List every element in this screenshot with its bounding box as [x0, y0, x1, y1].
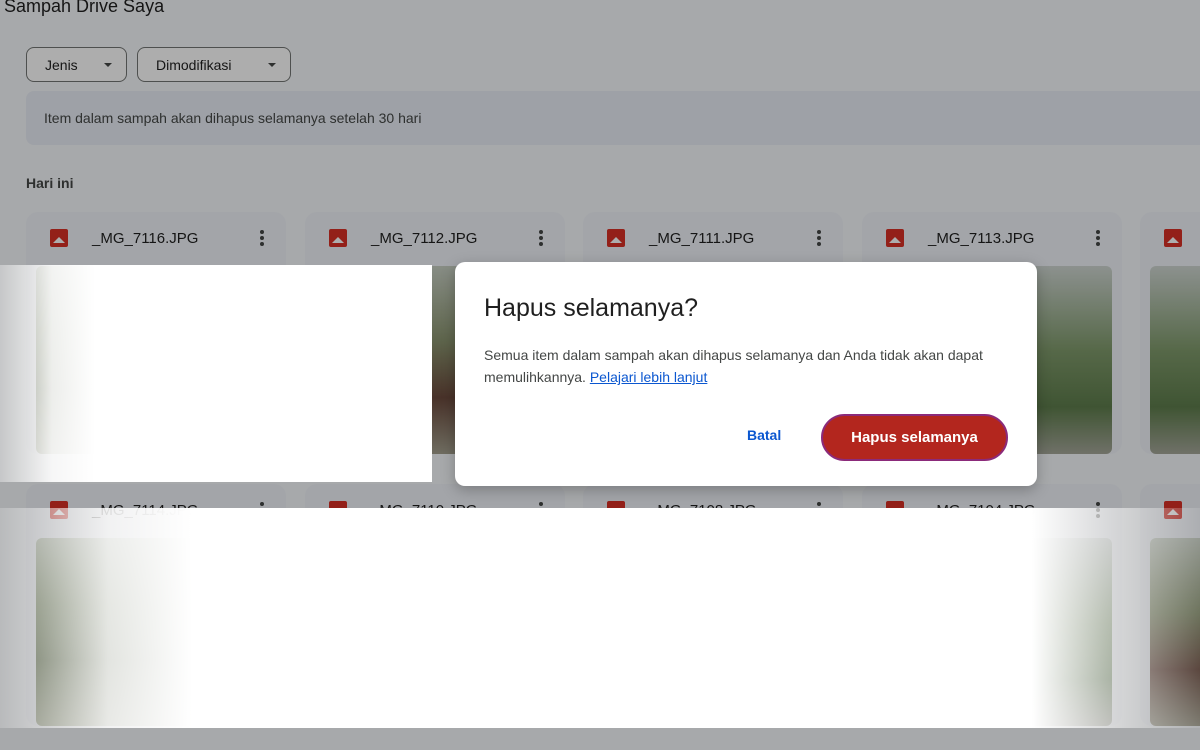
redaction-overlay — [0, 265, 432, 482]
drive-trash-page: Sampah Drive Saya Jenis Dimodifikasi Ite… — [0, 0, 1200, 750]
dialog-body: Semua item dalam sampah akan dihapus sel… — [484, 344, 1004, 388]
dialog-title: Hapus selamanya? — [484, 294, 699, 322]
learn-more-link[interactable]: Pelajari lebih lanjut — [590, 369, 708, 385]
dialog-message: Semua item dalam sampah akan dihapus sel… — [484, 347, 983, 385]
delete-forever-dialog: Hapus selamanya? Semua item dalam sampah… — [455, 262, 1037, 486]
delete-forever-button[interactable]: Hapus selamanya — [821, 414, 1008, 461]
cancel-button[interactable]: Batal — [747, 427, 781, 443]
redaction-overlay — [0, 508, 1200, 728]
